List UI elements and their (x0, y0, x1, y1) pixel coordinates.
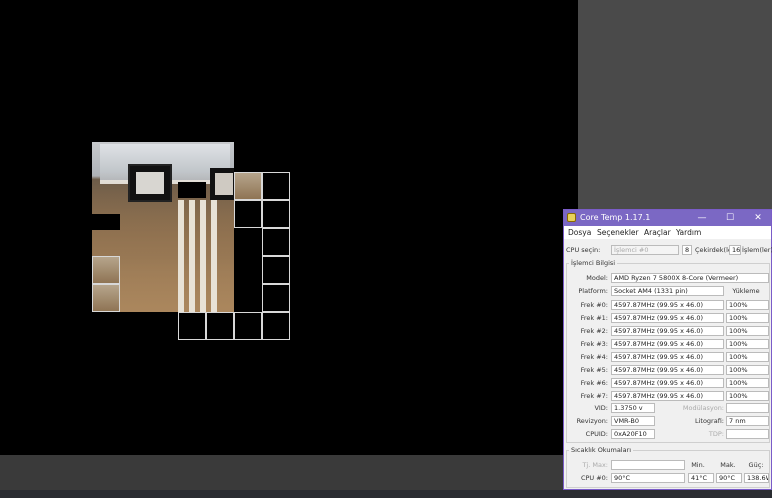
max-header: Mak. (720, 461, 736, 469)
cpu-select-dropdown[interactable]: İşlemci #0 (611, 245, 679, 255)
platform-label: Platform: (578, 287, 608, 295)
puzzle-tile[interactable] (262, 228, 290, 256)
puzzle-tile[interactable] (206, 312, 234, 340)
cores-count: 8 (682, 245, 692, 255)
load-value: 100% (726, 352, 769, 362)
vid-value: 1.3750 v (611, 403, 655, 413)
window-title: Core Temp 1.17.1 (580, 213, 651, 222)
photo-picture-frame (128, 164, 172, 202)
puzzle-tile[interactable] (92, 256, 120, 284)
freq-label: Frek #5: (580, 366, 608, 374)
puzzle-tile[interactable] (262, 312, 290, 340)
photo-picture-frame (210, 168, 234, 200)
cpu0-power: 138.6W (744, 473, 769, 483)
menu-options[interactable]: Seçenekler (597, 228, 639, 237)
model-label: Model: (586, 274, 608, 282)
load-value: 100% (726, 313, 769, 323)
photo-chair (178, 200, 218, 312)
power-header: Güç: (748, 461, 764, 469)
taskbar-edge (0, 490, 772, 498)
cpu0-max: 90°C (716, 473, 742, 483)
app-icon (567, 213, 576, 222)
freq-value: 4597.87MHz (99.95 x 46.0) (611, 326, 724, 336)
freq-value: 4597.87MHz (99.95 x 46.0) (611, 313, 724, 323)
revision-value: VMR-B0 (611, 416, 655, 426)
coretemp-window[interactable]: Core Temp 1.17.1 — ☐ ✕ Dosya Seçenekler … (563, 209, 772, 490)
freq-label: Frek #7: (580, 392, 608, 400)
modulation-label: Modülasyon: (682, 404, 724, 412)
platform-value: Socket AM4 (1331 pin) (611, 286, 724, 296)
load-value: 100% (726, 339, 769, 349)
puzzle-tile[interactable] (234, 200, 262, 228)
cpu0-temp: 90°C (611, 473, 685, 483)
cpu0-min: 41°C (688, 473, 714, 483)
revision-label: Revizyon: (576, 417, 608, 425)
load-value: 100% (726, 391, 769, 401)
threads-count: 16 (729, 245, 741, 255)
min-header: Min. (691, 461, 705, 469)
puzzle-tile[interactable] (262, 200, 290, 228)
freq-value: 4597.87MHz (99.95 x 46.0) (611, 365, 724, 375)
puzzle-tile[interactable] (178, 312, 206, 340)
freq-label: Frek #2: (580, 327, 608, 335)
cpuid-label: CPUID: (585, 430, 608, 438)
tdp-value (726, 429, 769, 439)
cpu-select-label: CPU seçin: (566, 246, 601, 254)
lithography-label: Litografi: (694, 417, 724, 425)
freq-value: 4597.87MHz (99.95 x 46.0) (611, 391, 724, 401)
threads-label: İşlem(ler) (742, 246, 772, 254)
freq-label: Frek #3: (580, 340, 608, 348)
close-button[interactable]: ✕ (744, 211, 772, 225)
cpu0-label: CPU #0: (580, 474, 608, 482)
freq-label: Frek #6: (580, 379, 608, 387)
load-value: 100% (726, 326, 769, 336)
processor-info-title: İşlemci Bilgisi (569, 259, 618, 267)
model-value: AMD Ryzen 7 5800X 8-Core (Vermeer) (611, 273, 769, 283)
puzzle-tile[interactable] (234, 312, 262, 340)
cores-label: Çekirdek(ler) (695, 246, 729, 254)
menu-file[interactable]: Dosya (568, 228, 591, 237)
freq-value: 4597.87MHz (99.95 x 46.0) (611, 352, 724, 362)
tjmax-value (611, 460, 685, 470)
load-value: 100% (726, 300, 769, 310)
vid-label: VID: (594, 404, 608, 412)
menu-tools[interactable]: Araçlar (644, 228, 671, 237)
load-value: 100% (726, 378, 769, 388)
freq-value: 4597.87MHz (99.95 x 46.0) (611, 300, 724, 310)
minimize-button[interactable]: — (688, 211, 716, 225)
freq-value: 4597.87MHz (99.95 x 46.0) (611, 378, 724, 388)
puzzle-tile[interactable] (262, 256, 290, 284)
freq-label: Frek #4: (580, 353, 608, 361)
tdp-label: TDP: (708, 430, 724, 438)
freq-value: 4597.87MHz (99.95 x 46.0) (611, 339, 724, 349)
cpuid-value: 0xA20F10 (611, 429, 655, 439)
load-value: 100% (726, 365, 769, 375)
puzzle-tile[interactable] (262, 284, 290, 312)
puzzle-tile[interactable] (92, 284, 120, 312)
menu-help[interactable]: Yardım (676, 228, 701, 237)
sliding-puzzle[interactable] (92, 142, 292, 342)
temperature-title: Sıcaklık Okumaları (569, 446, 634, 454)
maximize-button[interactable]: ☐ (716, 211, 744, 225)
menu-bar: Dosya Seçenekler Araçlar Yardım (564, 226, 771, 239)
modulation-value (726, 403, 769, 413)
load-header: Yükleme (732, 287, 760, 295)
lithography-value: 7 nm (726, 416, 769, 426)
puzzle-tile[interactable] (262, 172, 290, 200)
coretemp-titlebar[interactable]: Core Temp 1.17.1 — ☐ ✕ (564, 210, 771, 226)
puzzle-empty-slot[interactable] (92, 214, 120, 230)
puzzle-empty-slot[interactable] (178, 182, 206, 198)
freq-label: Frek #0: (580, 301, 608, 309)
puzzle-tile[interactable] (234, 172, 262, 200)
tjmax-label: Tj. Max: (582, 461, 608, 469)
freq-label: Frek #1: (580, 314, 608, 322)
